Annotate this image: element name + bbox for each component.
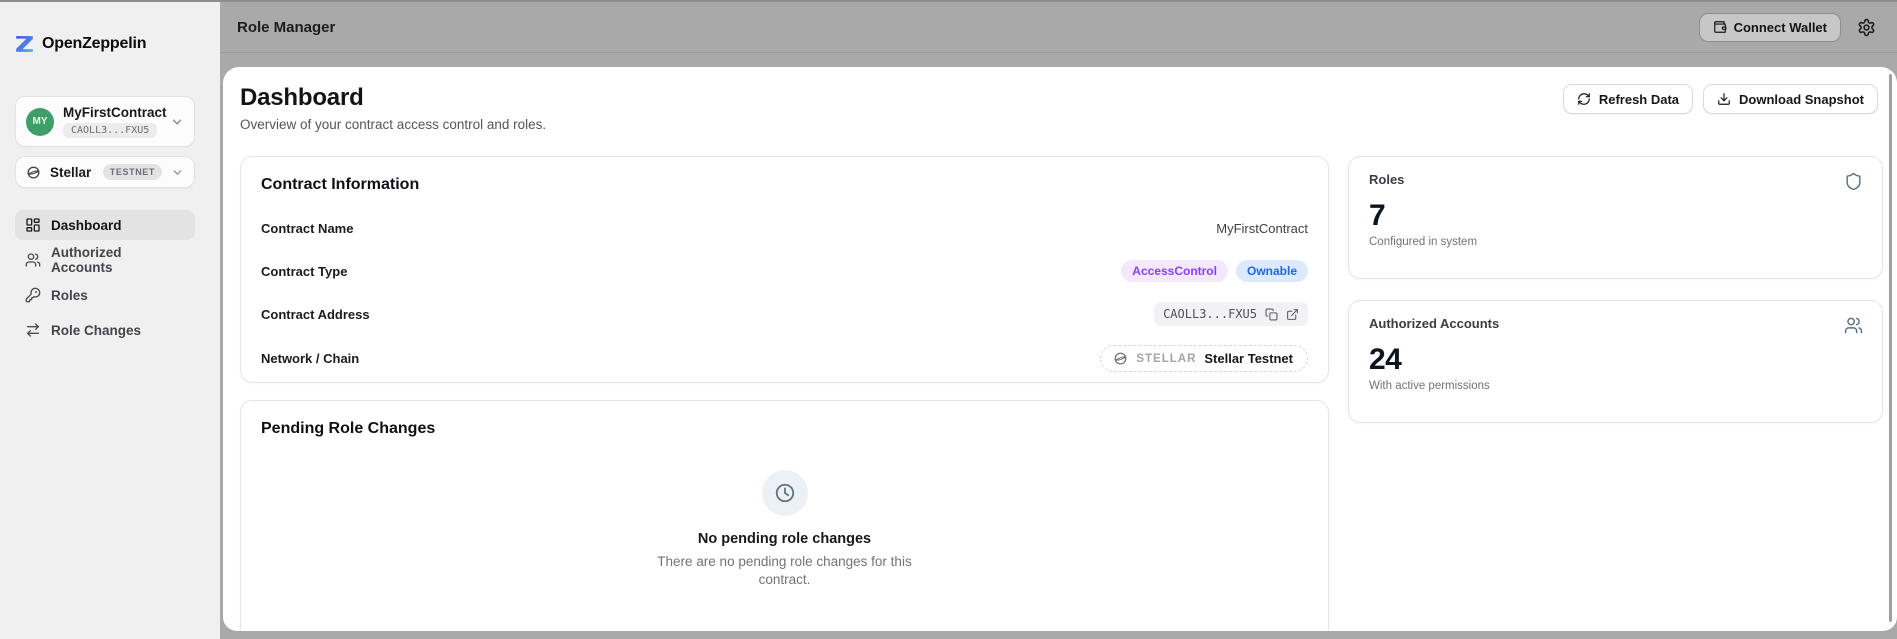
- contract-address-pill: CAOLL3...FXU5: [1154, 302, 1308, 326]
- roles-stat-label: Roles: [1369, 172, 1862, 187]
- users-icon: [1844, 316, 1863, 335]
- brand-name: OpenZeppelin: [42, 35, 146, 53]
- contract-name-value: MyFirstContract: [1216, 221, 1308, 236]
- page-title: Dashboard: [240, 84, 546, 112]
- empty-state-title: No pending role changes: [698, 531, 871, 547]
- roles-stat-value: 7: [1369, 199, 1862, 233]
- sidebar: OpenZeppelin MY MyFirstContract CAOLL3..…: [0, 2, 220, 639]
- users-icon: [25, 252, 41, 268]
- clock-icon: [762, 470, 808, 516]
- external-link-icon: [1286, 308, 1299, 321]
- vertical-scrollbar[interactable]: [1889, 74, 1892, 622]
- main-panel: Dashboard Overview of your contract acce…: [223, 67, 1897, 631]
- contract-selector-address: CAOLL3...FXU5: [63, 123, 157, 138]
- contract-type-label: Contract Type: [261, 264, 347, 279]
- network-chain-pill[interactable]: STELLAR Stellar Testnet: [1100, 345, 1308, 372]
- network-chain-row: Network / Chain STELLAR Stellar Testnet: [261, 345, 1308, 372]
- copy-address-button[interactable]: [1265, 308, 1278, 321]
- right-column: Roles 7 Configured in system Authorized …: [1348, 156, 1883, 423]
- page-subtitle: Overview of your contract access control…: [240, 117, 546, 132]
- contract-name-label: Contract Name: [261, 221, 353, 236]
- copy-icon: [1265, 308, 1278, 321]
- download-icon: [1717, 92, 1731, 106]
- sidebar-item-label: Dashboard: [51, 218, 122, 233]
- settings-gear-icon[interactable]: [1855, 16, 1878, 39]
- sidebar-item-label: Authorized Accounts: [51, 245, 185, 275]
- connect-wallet-button[interactable]: Connect Wallet: [1699, 13, 1841, 42]
- refresh-icon: [1577, 92, 1591, 106]
- network-chain-label: Network / Chain: [261, 351, 359, 366]
- network-selector-name: Stellar Te...: [50, 165, 94, 180]
- sidebar-item-label: Role Changes: [51, 323, 141, 338]
- accounts-stat-label: Authorized Accounts: [1369, 316, 1862, 331]
- sidebar-item-authorized-accounts[interactable]: Authorized Accounts: [15, 245, 195, 275]
- pending-role-changes-title: Pending Role Changes: [261, 420, 1308, 438]
- topbar: Role Manager Connect Wallet: [220, 2, 1897, 53]
- sidebar-nav: Dashboard Authorized Accounts Roles: [15, 210, 195, 345]
- network-value: Stellar Testnet: [1204, 351, 1293, 366]
- accounts-stat-caption: With active permissions: [1369, 380, 1862, 392]
- openzeppelin-logo-icon: [14, 33, 35, 54]
- shield-icon: [1844, 172, 1863, 191]
- ownable-badge: Ownable: [1236, 260, 1308, 282]
- sidebar-item-label: Roles: [51, 288, 88, 303]
- download-snapshot-button[interactable]: Download Snapshot: [1703, 84, 1878, 114]
- pending-empty-state: No pending role changes There are no pen…: [261, 438, 1308, 589]
- access-control-badge: AccessControl: [1121, 260, 1228, 282]
- chevron-down-icon: [170, 115, 184, 129]
- chevron-down-icon: [171, 166, 184, 179]
- contract-avatar: MY: [26, 108, 54, 136]
- stellar-icon: [1113, 351, 1128, 366]
- empty-state-description: There are no pending role changes for th…: [656, 553, 914, 589]
- connect-wallet-label: Connect Wallet: [1734, 20, 1827, 35]
- open-explorer-button[interactable]: [1286, 308, 1299, 321]
- contract-address-row: Contract Address CAOLL3...FXU5: [261, 302, 1308, 326]
- wallet-icon: [1713, 20, 1727, 34]
- left-column: Contract Information Contract Name MyFir…: [240, 156, 1329, 631]
- contract-selector[interactable]: MY MyFirstContract CAOLL3...FXU5: [15, 96, 195, 147]
- refresh-data-button[interactable]: Refresh Data: [1563, 84, 1693, 114]
- contract-information-title: Contract Information: [261, 176, 1308, 194]
- contract-information-card: Contract Information Contract Name MyFir…: [240, 156, 1329, 383]
- sidebar-item-dashboard[interactable]: Dashboard: [15, 210, 195, 240]
- brand: OpenZeppelin: [14, 33, 220, 54]
- arrows-left-right-icon: [25, 322, 41, 338]
- roles-stat-card: Roles 7 Configured in system: [1348, 156, 1883, 279]
- refresh-data-label: Refresh Data: [1599, 92, 1679, 107]
- authorized-accounts-stat-card: Authorized Accounts 24 With active permi…: [1348, 300, 1883, 423]
- contract-type-row: Contract Type AccessControl Ownable: [261, 259, 1308, 283]
- contract-selector-name: MyFirstContract: [63, 105, 161, 120]
- dashboard-grid-icon: [25, 217, 41, 233]
- download-snapshot-label: Download Snapshot: [1739, 92, 1864, 107]
- stellar-icon: [26, 165, 41, 180]
- sidebar-item-role-changes[interactable]: Role Changes: [15, 315, 195, 345]
- contract-address-label: Contract Address: [261, 307, 370, 322]
- roles-stat-caption: Configured in system: [1369, 236, 1862, 248]
- accounts-stat-value: 24: [1369, 343, 1862, 377]
- network-prefix: STELLAR: [1136, 353, 1196, 365]
- contract-name-row: Contract Name MyFirstContract: [261, 216, 1308, 240]
- main-area: Role Manager Connect Wallet Dashbo: [220, 2, 1897, 639]
- key-icon: [25, 287, 41, 303]
- network-selector[interactable]: Stellar Te... TESTNET: [15, 156, 195, 188]
- testnet-badge: TESTNET: [103, 164, 162, 180]
- app-title: Role Manager: [237, 19, 335, 36]
- contract-address-value: CAOLL3...FXU5: [1163, 307, 1257, 321]
- pending-role-changes-card: Pending Role Changes No pending role cha…: [240, 400, 1329, 631]
- sidebar-item-roles[interactable]: Roles: [15, 280, 195, 310]
